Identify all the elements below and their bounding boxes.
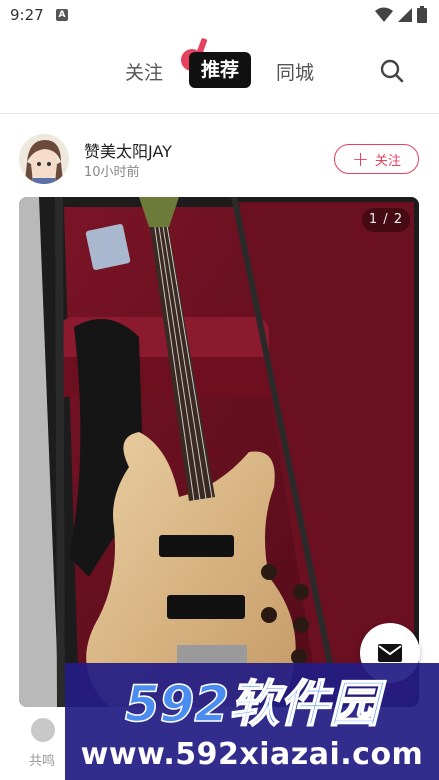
signal-icon <box>398 7 412 22</box>
watermark-brand: 592软件园 <box>124 674 387 733</box>
tab-follow[interactable]: 关注 <box>125 58 163 88</box>
top-nav: 关注 推荐 同城 <box>0 32 439 112</box>
watermark-url: www.592xiazai.com <box>80 737 424 772</box>
watermark: 592软件园 www.592xiazai.com <box>65 663 439 780</box>
search-icon[interactable] <box>379 58 405 84</box>
notification-badge-icon: A <box>56 9 68 21</box>
envelope-icon <box>378 644 402 662</box>
watermark-brand-text: 592软件园 <box>125 675 386 733</box>
plus-icon: + <box>352 147 369 171</box>
resonance-label: 共鸣 <box>29 754 56 769</box>
avatar[interactable] <box>19 134 69 184</box>
resonance-icon <box>31 718 55 742</box>
bass-guitar-photo <box>19 197 419 707</box>
post-photo[interactable] <box>19 197 419 707</box>
nav-divider <box>0 113 439 114</box>
status-bar: 9:27 A <box>0 0 439 32</box>
follow-button[interactable]: + 关注 <box>334 144 419 174</box>
tab-same-city[interactable]: 同城 <box>276 58 314 88</box>
battery-icon <box>417 6 427 23</box>
post-author: 赞美太阳JAY 10小时前 + 关注 <box>0 130 439 186</box>
page-indicator: 1 / 2 <box>362 208 410 232</box>
resonance-button[interactable]: 共鸣 <box>19 710 65 780</box>
wifi-icon <box>375 7 393 22</box>
status-icons <box>375 6 427 23</box>
tab-recommend[interactable]: 推荐 <box>189 52 251 88</box>
author-name[interactable]: 赞美太阳JAY <box>84 138 172 162</box>
post-time: 10小时前 <box>84 165 140 180</box>
follow-button-label: 关注 <box>374 153 401 169</box>
status-time: 9:27 <box>10 6 44 24</box>
